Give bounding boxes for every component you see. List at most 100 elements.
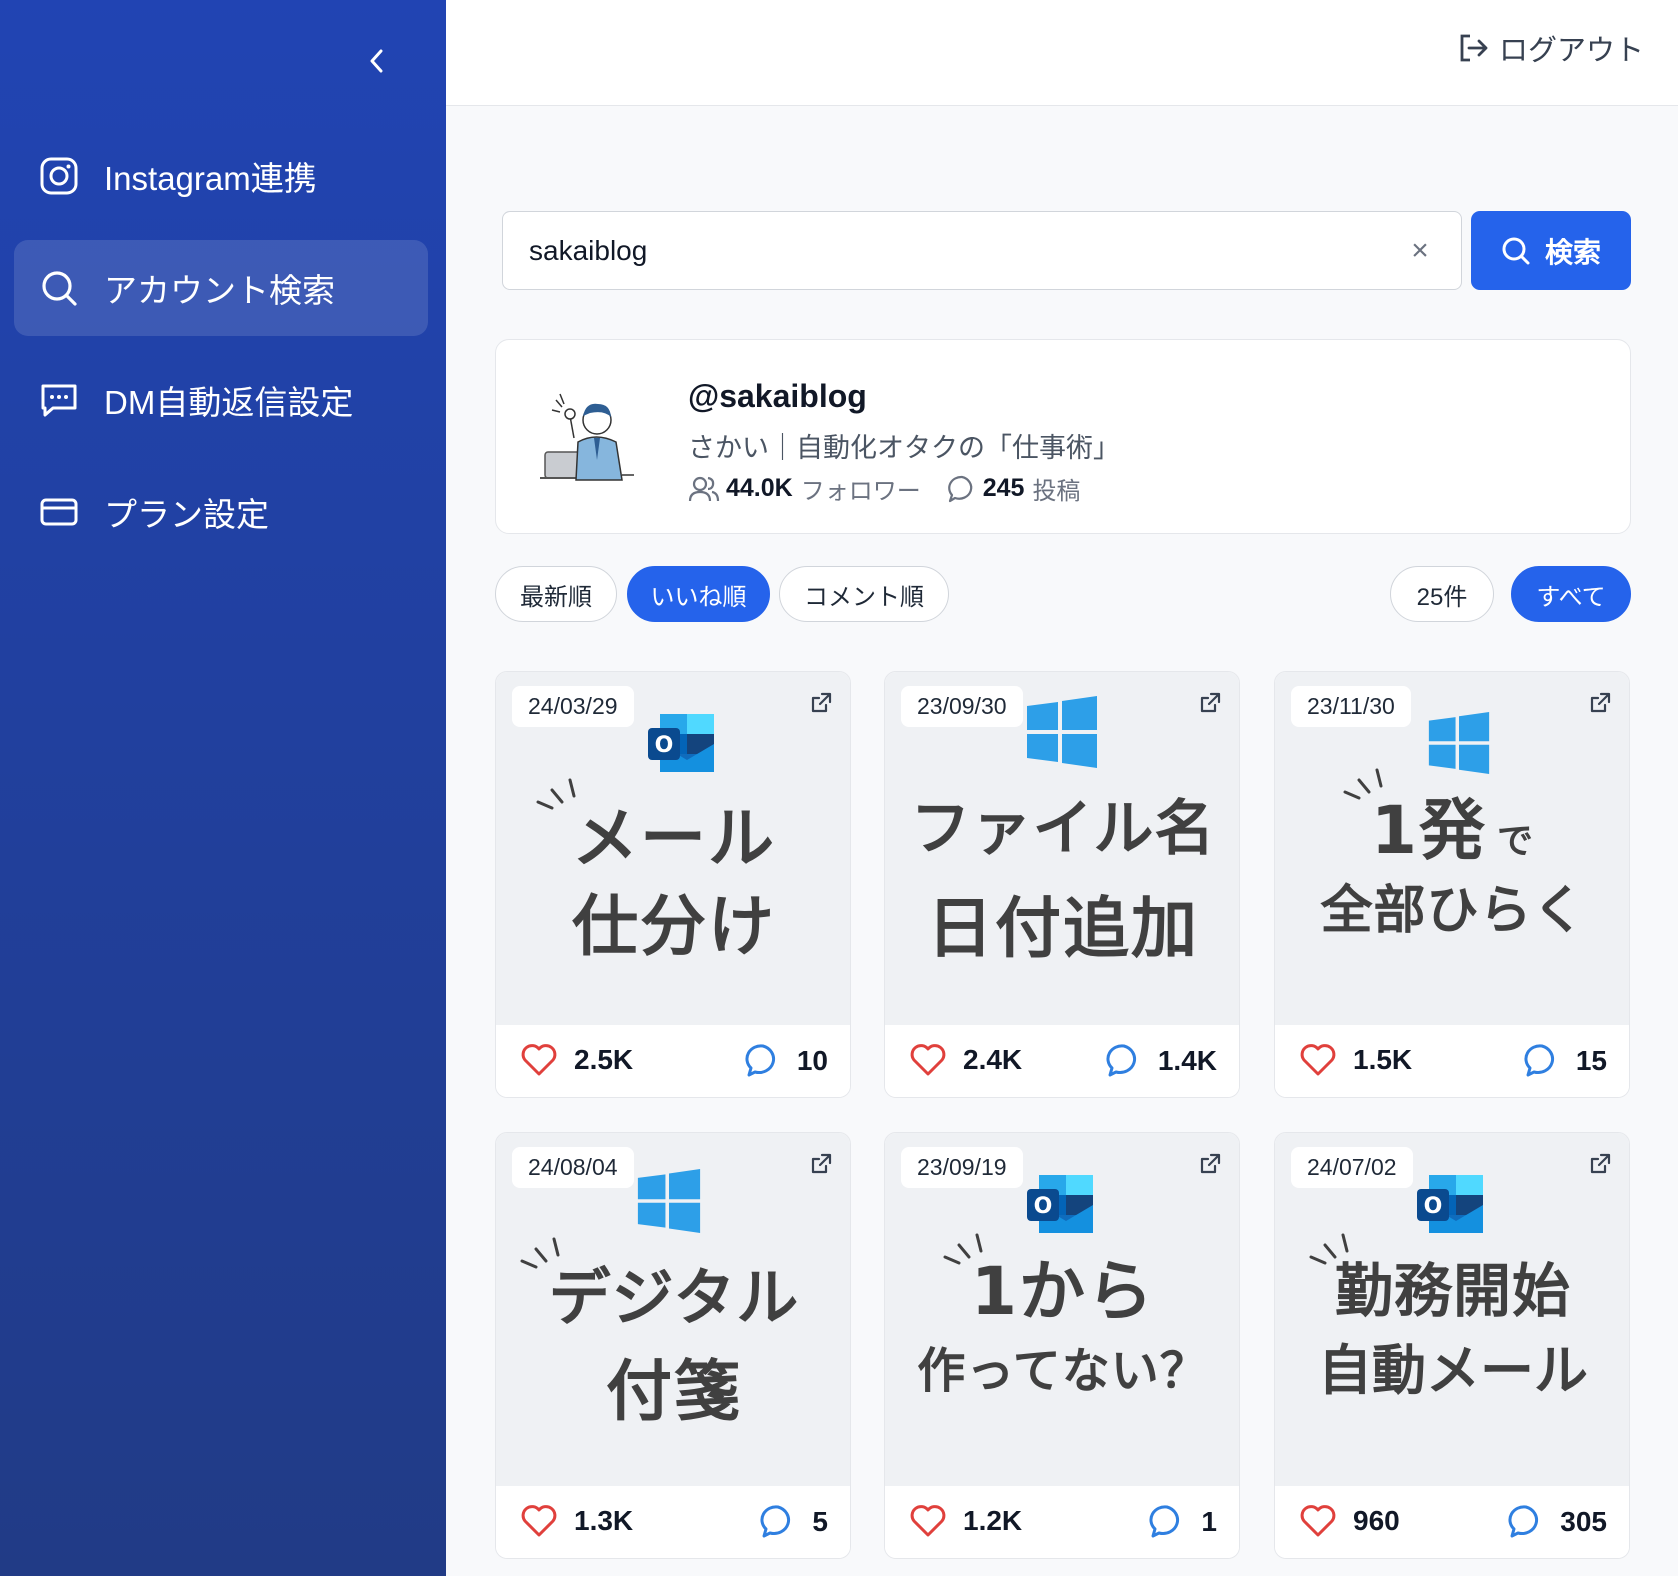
- post-card[interactable]: 24/07/02 O 勤務開始 自動メール 960 305: [1274, 1132, 1630, 1559]
- search-icon: [1502, 237, 1530, 264]
- windows-icon: [1027, 696, 1097, 768]
- post-thumbnail: 24/03/29 O メール 仕分け: [496, 672, 850, 1025]
- sidebar-item-label: アカウント検索: [104, 272, 335, 309]
- logout-button[interactable]: ログアウト: [1457, 24, 1644, 72]
- external-link-icon[interactable]: [1585, 1149, 1615, 1179]
- post-headline: デジタル: [548, 1261, 800, 1334]
- post-headline: 勤務開始: [1334, 1257, 1571, 1325]
- external-link-icon[interactable]: [806, 688, 836, 718]
- sidebar: Instagram連携 アカウント検索 DM自動返信設定 プラン設定: [0, 0, 446, 1576]
- sort-likes-button[interactable]: いいね順: [627, 566, 770, 622]
- comment-icon: [1508, 1505, 1539, 1538]
- chevron-left-icon: [370, 49, 383, 73]
- post-metrics: 1.2K 1: [885, 1486, 1239, 1558]
- posts-label: 投稿: [1032, 478, 1081, 505]
- comments-count: 5: [760, 1504, 828, 1540]
- sidebar-item-dm-auto-reply[interactable]: DM自動返信設定: [14, 352, 428, 448]
- posts-count: 245: [982, 474, 1025, 502]
- logout-label: ログアウト: [1498, 35, 1644, 67]
- comment-icon: [1106, 1044, 1136, 1077]
- sort-latest-button[interactable]: 最新順: [495, 566, 617, 622]
- sidebar-item-plan[interactable]: プラン設定: [14, 464, 428, 560]
- post-subheadline: 付箋: [606, 1353, 742, 1430]
- comments-count: 10: [745, 1043, 828, 1079]
- post-card[interactable]: 23/09/19 O 1から 作ってない？ 1.2K 1: [884, 1132, 1240, 1559]
- sort-comments-button[interactable]: コメント順: [779, 566, 949, 622]
- followers-label: フォロワー: [800, 478, 921, 505]
- all-filter-button[interactable]: すべて: [1511, 566, 1631, 622]
- external-link-icon[interactable]: [806, 1149, 836, 1179]
- post-date: 24/07/02: [1291, 1147, 1413, 1188]
- post-date: 23/09/30: [901, 686, 1023, 727]
- post-headline: ファイル名: [910, 794, 1216, 864]
- external-link-icon[interactable]: [1195, 688, 1225, 718]
- clear-search-button[interactable]: ×: [1401, 232, 1439, 270]
- likes-count: 1.3K: [520, 1504, 633, 1538]
- comments-count: 1.4K: [1106, 1043, 1217, 1079]
- post-subheadline: 日付追加: [927, 890, 1199, 967]
- comment-icon: [745, 1044, 775, 1077]
- outlook-icon: O: [1417, 1175, 1483, 1233]
- search-field: ×: [502, 211, 1462, 290]
- post-metrics: 1.5K 15: [1275, 1025, 1629, 1097]
- post-metrics: 960 305: [1275, 1486, 1629, 1558]
- post-card[interactable]: 23/11/30 1発で 全部ひらく 1.5K 15: [1274, 671, 1630, 1098]
- sidebar-collapse-button[interactable]: [356, 40, 398, 82]
- post-headline-suffix: で: [1496, 821, 1535, 862]
- post-thumbnail: 24/08/04 デジタル 付箋: [496, 1133, 850, 1486]
- post-date: 24/08/04: [512, 1147, 634, 1188]
- search-icon: [38, 267, 80, 309]
- comments-count: 1: [1149, 1504, 1217, 1540]
- post-date: 23/11/30: [1291, 686, 1411, 727]
- profile-stats: 44.0K フォロワー 245 投稿: [688, 471, 1106, 506]
- heart-icon: [521, 1044, 557, 1076]
- svg-text:O: O: [1424, 1194, 1443, 1219]
- outlook-icon: O: [1027, 1175, 1093, 1233]
- sidebar-item-label: DM自動返信設定: [104, 384, 354, 421]
- instagram-icon: [38, 155, 80, 197]
- profile-bio: さかい｜自動化オタクの「仕事術」: [688, 433, 1120, 463]
- top-header: ログアウト: [446, 0, 1678, 106]
- post-thumbnail: 24/07/02 O 勤務開始 自動メール: [1275, 1133, 1629, 1486]
- heart-icon: [521, 1505, 557, 1537]
- post-thumbnail: 23/09/30 ファイル名 日付追加: [885, 672, 1239, 1025]
- avatar[interactable]: [530, 380, 650, 500]
- comment-icon: [947, 475, 972, 502]
- likes-count: 2.4K: [909, 1043, 1022, 1077]
- post-date: 23/09/19: [901, 1147, 1023, 1188]
- windows-icon: [637, 1169, 701, 1233]
- heart-icon: [910, 1505, 946, 1537]
- comments-count: 305: [1508, 1504, 1607, 1540]
- search-input[interactable]: [529, 234, 1389, 267]
- post-headline: 1から: [971, 1253, 1155, 1330]
- followers-count: 44.0K: [726, 474, 793, 502]
- sidebar-item-account-search[interactable]: アカウント検索: [14, 240, 428, 336]
- post-thumbnail: 23/11/30 1発で 全部ひらく: [1275, 672, 1629, 1025]
- comment-icon: [760, 1505, 791, 1538]
- post-headline: 1発で: [1371, 792, 1535, 869]
- post-card[interactable]: 23/09/30 ファイル名 日付追加 2.4K 1.4K: [884, 671, 1240, 1098]
- likes-count: 960: [1299, 1504, 1400, 1538]
- heart-icon: [1300, 1505, 1336, 1537]
- credit-card-icon: [38, 491, 80, 533]
- post-card[interactable]: 24/03/29 O メール 仕分け 2.5K 10: [495, 671, 851, 1098]
- heart-icon: [910, 1044, 946, 1076]
- post-date: 24/03/29: [512, 686, 634, 727]
- message-icon: [38, 379, 80, 421]
- count-filter-button[interactable]: 25件: [1390, 566, 1494, 622]
- windows-icon: [1428, 712, 1490, 774]
- post-card[interactable]: 24/08/04 デジタル 付箋 1.3K 5: [495, 1132, 851, 1559]
- search-button[interactable]: 検索: [1471, 211, 1631, 290]
- post-metrics: 2.5K 10: [496, 1025, 850, 1097]
- external-link-icon[interactable]: [1195, 1149, 1225, 1179]
- likes-count: 1.5K: [1299, 1043, 1412, 1077]
- likes-count: 1.2K: [909, 1504, 1022, 1538]
- svg-text:O: O: [655, 733, 674, 758]
- sidebar-item-label: プラン設定: [104, 496, 269, 533]
- sidebar-item-label: Instagram連携: [104, 160, 317, 197]
- sidebar-item-instagram[interactable]: Instagram連携: [14, 128, 428, 224]
- external-link-icon[interactable]: [1585, 688, 1615, 718]
- users-icon: [688, 476, 720, 501]
- comment-icon: [1149, 1505, 1180, 1538]
- heart-icon: [1300, 1044, 1336, 1076]
